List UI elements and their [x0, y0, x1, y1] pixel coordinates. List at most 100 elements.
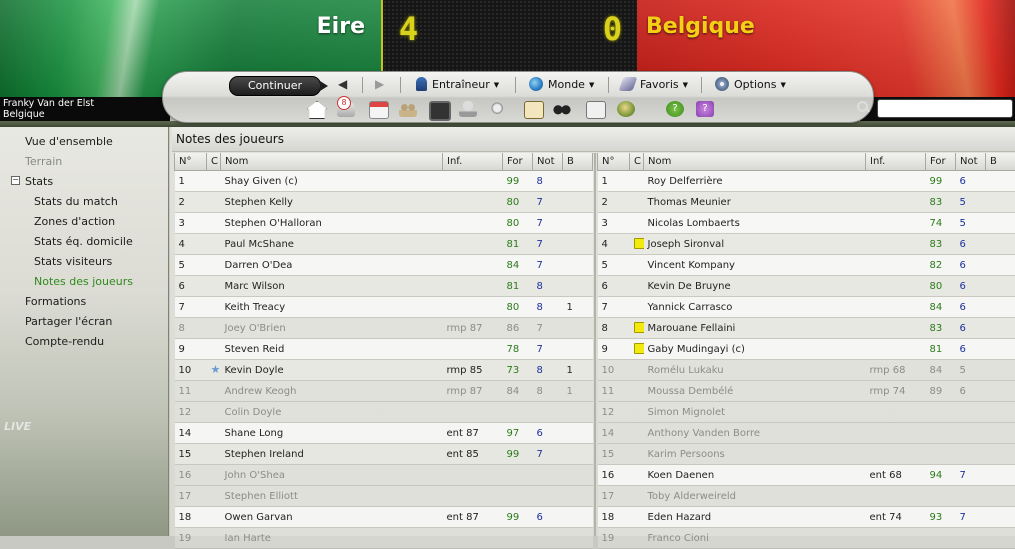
- report-icon[interactable]: [586, 101, 606, 119]
- table-row[interactable]: 16Koen Daenenent 68947: [598, 465, 1015, 486]
- menu-world[interactable]: Monde▼: [529, 77, 594, 93]
- table-row[interactable]: 8Joey O'Brienrmp 87867: [175, 318, 593, 339]
- help-icon[interactable]: ?: [666, 101, 684, 117]
- continue-button[interactable]: Continuer: [229, 76, 321, 96]
- table-row[interactable]: 1Shay Given (c)998: [175, 171, 593, 192]
- tactics-board-icon[interactable]: [429, 101, 451, 121]
- table-divider[interactable]: [594, 153, 596, 536]
- table-row[interactable]: 9Gaby Mudingayi (c)816: [598, 339, 1015, 360]
- sidebar-item-formations[interactable]: Formations: [25, 295, 86, 308]
- table-row[interactable]: 7Yannick Carrasco846: [598, 297, 1015, 318]
- column-header-number[interactable]: N°: [598, 153, 630, 171]
- table-row[interactable]: 7Keith Treacy8081: [175, 297, 593, 318]
- column-header-info[interactable]: Inf.: [443, 153, 503, 171]
- table-row[interactable]: 3Stephen O'Halloran807: [175, 213, 593, 234]
- column-header-rating[interactable]: Not: [956, 153, 986, 171]
- table-row[interactable]: 4Joseph Sironval836: [598, 234, 1015, 255]
- sidebar-item-report[interactable]: Compte-rendu: [25, 335, 104, 348]
- table-row[interactable]: 11Andrew Keoghrmp 878481: [175, 381, 593, 402]
- sidebar-item-action-zones[interactable]: Zones d'action: [34, 215, 115, 228]
- table-row[interactable]: 2Stephen Kelly807: [175, 192, 593, 213]
- table-row[interactable]: 12Simon Mignolet: [598, 402, 1015, 423]
- forward-arrow-icon[interactable]: ▶: [375, 77, 384, 91]
- menu-coach[interactable]: Entraîneur▼: [416, 77, 499, 93]
- column-header-card[interactable]: C: [207, 153, 221, 171]
- rating-value: 7: [533, 234, 563, 255]
- table-row[interactable]: 11Moussa Dembélérmp 74896: [598, 381, 1015, 402]
- table-row[interactable]: 17Stephen Elliott: [175, 486, 593, 507]
- table-row[interactable]: 18Eden Hazardent 74937: [598, 507, 1015, 528]
- column-header-number[interactable]: N°: [175, 153, 207, 171]
- table-row[interactable]: 19Ian Harte: [175, 528, 593, 549]
- table-row[interactable]: 9Steven Reid787: [175, 339, 593, 360]
- table-row[interactable]: 15Karim Persoons: [598, 444, 1015, 465]
- table-row[interactable]: 4Paul McShane817: [175, 234, 593, 255]
- menu-favorites[interactable]: Favoris▼: [621, 77, 688, 93]
- card-indicator: [207, 381, 221, 402]
- column-header-info[interactable]: Inf.: [866, 153, 926, 171]
- table-row[interactable]: 5Darren O'Dea847: [175, 255, 593, 276]
- player-name: Gaby Mudingayi (c): [644, 339, 866, 360]
- table-row[interactable]: 1Roy Delferrière996: [598, 171, 1015, 192]
- column-header-goals[interactable]: B: [986, 153, 1015, 171]
- player-name: Joey O'Brien: [221, 318, 443, 339]
- column-header-name[interactable]: Nom: [644, 153, 866, 171]
- goals-value: [986, 192, 1015, 213]
- rating-value: 8: [533, 297, 563, 318]
- goals-value: [986, 171, 1015, 192]
- table-row[interactable]: 18Owen Garvanent 87996: [175, 507, 593, 528]
- table-row[interactable]: 16John O'Shea: [175, 465, 593, 486]
- sidebar-item-pitch[interactable]: Terrain: [25, 155, 62, 168]
- table-row[interactable]: 6Marc Wilson818: [175, 276, 593, 297]
- sidebar-item-split-screen[interactable]: Partager l'écran: [25, 315, 112, 328]
- world-icon[interactable]: [617, 101, 635, 117]
- clipboard-icon[interactable]: [524, 101, 544, 119]
- menu-options[interactable]: Options▼: [715, 77, 786, 93]
- column-header-fitness[interactable]: For: [926, 153, 956, 171]
- fitness-value: [926, 486, 956, 507]
- help-alt-icon[interactable]: ?: [696, 101, 714, 117]
- sidebar-item-match-stats[interactable]: Stats du match: [34, 195, 118, 208]
- table-row[interactable]: 8Marouane Fellaini836: [598, 318, 1015, 339]
- player-name: Kevin Doyle: [221, 360, 443, 381]
- search-icon[interactable]: [856, 100, 870, 114]
- table-row[interactable]: 19Franco Cioni: [598, 528, 1015, 549]
- binoculars-icon[interactable]: [553, 101, 571, 117]
- player-number: 17: [598, 486, 630, 507]
- menu-world-label: Monde: [548, 78, 585, 91]
- calendar-icon[interactable]: [369, 101, 389, 119]
- goals-value: [986, 381, 1015, 402]
- substitution-info: [443, 465, 503, 486]
- column-header-name[interactable]: Nom: [221, 153, 443, 171]
- sidebar-item-stats[interactable]: Stats: [25, 175, 53, 188]
- sidebar-item-away-stats[interactable]: Stats visiteurs: [34, 255, 112, 268]
- column-header-card[interactable]: C: [630, 153, 644, 171]
- column-header-rating[interactable]: Not: [533, 153, 563, 171]
- table-row[interactable]: 14Anthony Vanden Borre: [598, 423, 1015, 444]
- table-row[interactable]: 2Thomas Meunier835: [598, 192, 1015, 213]
- column-header-fitness[interactable]: For: [503, 153, 533, 171]
- table-row[interactable]: 3Nicolas Lombaerts745: [598, 213, 1015, 234]
- collapse-toggle-icon[interactable]: −: [11, 176, 20, 185]
- table-row[interactable]: 12Colin Doyle: [175, 402, 593, 423]
- table-row[interactable]: 10★Kevin Doylermp 857381: [175, 360, 593, 381]
- table-row[interactable]: 15Stephen Irelandent 85997: [175, 444, 593, 465]
- rating-value: [956, 528, 986, 549]
- table-row[interactable]: 14Shane Longent 87976: [175, 423, 593, 444]
- table-row[interactable]: 6Kevin De Bruyne806: [598, 276, 1015, 297]
- back-arrow-icon[interactable]: ◀: [338, 77, 347, 91]
- table-row[interactable]: 5Vincent Kompany826: [598, 255, 1015, 276]
- table-row[interactable]: 17Toby Alderweireld: [598, 486, 1015, 507]
- scouting-icon[interactable]: [490, 101, 508, 117]
- sidebar-item-player-ratings[interactable]: Notes des joueurs: [34, 275, 133, 288]
- goals-value: 1: [563, 360, 593, 381]
- staff-icon[interactable]: [399, 101, 417, 117]
- home-icon[interactable]: [307, 101, 327, 119]
- rating-value: [956, 486, 986, 507]
- sidebar-item-home-stats[interactable]: Stats éq. domicile: [34, 235, 133, 248]
- column-header-goals[interactable]: B: [563, 153, 593, 171]
- table-row[interactable]: 10Romélu Lukakurmp 68845: [598, 360, 1015, 381]
- sidebar-item-overview[interactable]: Vue d'ensemble: [25, 135, 113, 148]
- trophy-icon[interactable]: [459, 101, 477, 117]
- search-input[interactable]: [877, 99, 1013, 118]
